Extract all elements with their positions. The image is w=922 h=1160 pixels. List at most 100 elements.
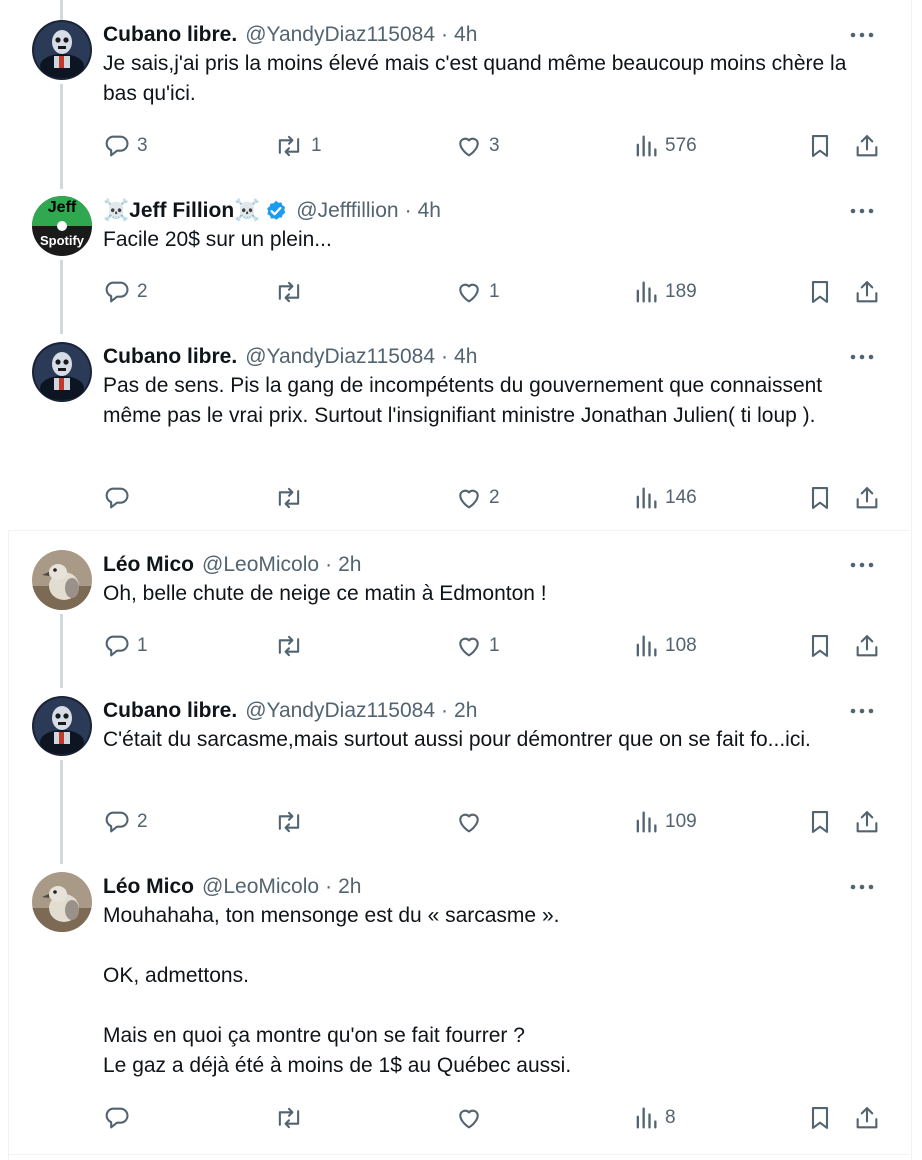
bookmark-button[interactable] bbox=[806, 630, 834, 662]
like-button[interactable]: 1 bbox=[455, 276, 500, 308]
action-bar: 2 109 bbox=[103, 806, 883, 838]
tweet-header: Léo Mico @LeoMicolo · 2h bbox=[103, 550, 361, 580]
views-button[interactable]: 146 bbox=[633, 482, 697, 514]
like-button[interactable]: 1 bbox=[455, 630, 500, 662]
more-icon bbox=[850, 354, 874, 360]
more-options-button[interactable] bbox=[842, 874, 882, 900]
retweet-count: 1 bbox=[311, 135, 322, 156]
retweet-button[interactable] bbox=[273, 276, 311, 308]
bookmark-button[interactable] bbox=[806, 1102, 834, 1134]
reply-count: 1 bbox=[137, 635, 148, 656]
author-handle[interactable]: @Jefffillion bbox=[296, 199, 398, 223]
timestamp[interactable]: 2h bbox=[338, 553, 361, 577]
author-handle[interactable]: @LeoMicolo bbox=[202, 553, 319, 577]
more-icon bbox=[850, 208, 874, 214]
conversation-divider bbox=[8, 530, 910, 531]
author-handle[interactable]: @YandyDiaz115084 bbox=[245, 699, 435, 723]
retweet-button[interactable] bbox=[273, 806, 311, 838]
avatar[interactable] bbox=[32, 342, 92, 402]
reply-button[interactable] bbox=[103, 482, 137, 514]
retweet-button[interactable] bbox=[273, 1102, 311, 1134]
share-button[interactable] bbox=[853, 482, 881, 514]
share-icon bbox=[856, 635, 878, 657]
avatar[interactable] bbox=[32, 872, 92, 932]
timestamp[interactable]: 4h bbox=[454, 345, 477, 369]
tweet-text: Mouhahaha, ton mensonge est du « sarcasm… bbox=[103, 904, 572, 1077]
share-button[interactable] bbox=[853, 130, 881, 162]
author-name[interactable]: Léo Mico bbox=[103, 553, 194, 577]
like-button[interactable]: 2 bbox=[455, 482, 500, 514]
separator-dot: · bbox=[441, 345, 449, 368]
author-name[interactable]: Léo Mico bbox=[103, 875, 194, 899]
view-count: 108 bbox=[665, 635, 697, 656]
author-handle[interactable]: @YandyDiaz115084 bbox=[245, 345, 435, 369]
timestamp[interactable]: 2h bbox=[338, 875, 361, 899]
more-options-button[interactable] bbox=[842, 344, 882, 370]
reply-button[interactable]: 2 bbox=[103, 806, 148, 838]
verified-badge-icon bbox=[267, 200, 286, 220]
reply-count: 2 bbox=[137, 281, 148, 302]
views-button[interactable]: 8 bbox=[633, 1102, 676, 1134]
separator-dot: · bbox=[441, 699, 449, 722]
more-options-button[interactable] bbox=[842, 552, 882, 578]
action-bar: 3 1 3 576 bbox=[103, 130, 883, 162]
author-name[interactable]: Cubano libre. bbox=[103, 699, 237, 723]
views-button[interactable]: 189 bbox=[633, 276, 697, 308]
avatar[interactable] bbox=[32, 550, 92, 610]
timestamp[interactable]: 4h bbox=[454, 23, 477, 47]
timestamp[interactable]: 4h bbox=[418, 199, 441, 223]
more-icon bbox=[850, 708, 874, 714]
like-button[interactable] bbox=[455, 1102, 489, 1134]
author-handle[interactable]: @LeoMicolo bbox=[202, 875, 319, 899]
tweet[interactable]: Cubano libre. @YandyDiaz115084 · 4h Pas … bbox=[0, 342, 910, 530]
timestamp[interactable]: 2h bbox=[454, 699, 477, 723]
author-name[interactable]: ☠️Jeff Fillion☠️ bbox=[103, 199, 260, 223]
tweet[interactable]: Cubano libre. @YandyDiaz115084 · 2h C'ét… bbox=[0, 696, 910, 866]
views-button[interactable]: 576 bbox=[633, 130, 697, 162]
reply-button[interactable] bbox=[103, 1102, 137, 1134]
bookmark-button[interactable] bbox=[806, 276, 834, 308]
tweet-header: Léo Mico @LeoMicolo · 2h bbox=[103, 872, 361, 902]
view-count: 146 bbox=[665, 487, 697, 508]
reply-button[interactable]: 1 bbox=[103, 630, 148, 662]
more-icon bbox=[850, 32, 874, 38]
duck-avatar-image bbox=[32, 550, 92, 610]
tweet[interactable]: Cubano libre. @YandyDiaz115084 · 4h Je s… bbox=[0, 20, 910, 190]
views-button[interactable]: 109 bbox=[633, 806, 697, 838]
retweet-button[interactable]: 1 bbox=[273, 130, 322, 162]
tweet[interactable]: Léo Mico @LeoMicolo · 2h Mouhahaha, ton … bbox=[0, 872, 910, 1152]
tweet-text: Pas de sens. Pis la gang de incompétents… bbox=[103, 374, 828, 427]
like-button[interactable]: 3 bbox=[455, 130, 500, 162]
author-name[interactable]: Cubano libre. bbox=[103, 23, 237, 47]
bookmark-button[interactable] bbox=[806, 482, 834, 514]
retweet-button[interactable] bbox=[273, 630, 311, 662]
more-options-button[interactable] bbox=[842, 22, 882, 48]
bookmark-icon bbox=[811, 135, 829, 157]
avatar[interactable] bbox=[32, 20, 92, 80]
share-button[interactable] bbox=[853, 276, 881, 308]
retweet-button[interactable] bbox=[273, 482, 311, 514]
bookmark-icon bbox=[811, 811, 829, 833]
share-button[interactable] bbox=[853, 806, 881, 838]
like-count: 2 bbox=[489, 487, 500, 508]
share-button[interactable] bbox=[853, 630, 881, 662]
views-icon bbox=[636, 281, 657, 303]
more-options-button[interactable] bbox=[842, 698, 882, 724]
avatar[interactable]: Jeff Spotify bbox=[32, 196, 92, 256]
author-name[interactable]: Cubano libre. bbox=[103, 345, 237, 369]
tweet-text: Je sais,j'ai pris la moins élevé mais c'… bbox=[103, 52, 853, 105]
tweet[interactable]: Jeff Spotify ☠️Jeff Fillion☠️ @Jefffilli… bbox=[0, 196, 910, 336]
author-handle[interactable]: @YandyDiaz115084 bbox=[245, 23, 435, 47]
bookmark-button[interactable] bbox=[806, 806, 834, 838]
views-button[interactable]: 108 bbox=[633, 630, 697, 662]
bookmark-button[interactable] bbox=[806, 130, 834, 162]
reply-button[interactable]: 2 bbox=[103, 276, 148, 308]
like-button[interactable] bbox=[455, 806, 489, 838]
more-options-button[interactable] bbox=[842, 198, 882, 224]
tweet[interactable]: Léo Mico @LeoMicolo · 2h Oh, belle chute… bbox=[0, 550, 910, 690]
share-button[interactable] bbox=[853, 1102, 881, 1134]
avatar[interactable] bbox=[32, 696, 92, 756]
reply-button[interactable]: 3 bbox=[103, 130, 148, 162]
skeleton-avatar-image bbox=[32, 20, 92, 80]
avatar-text-top: Jeff bbox=[47, 199, 77, 216]
